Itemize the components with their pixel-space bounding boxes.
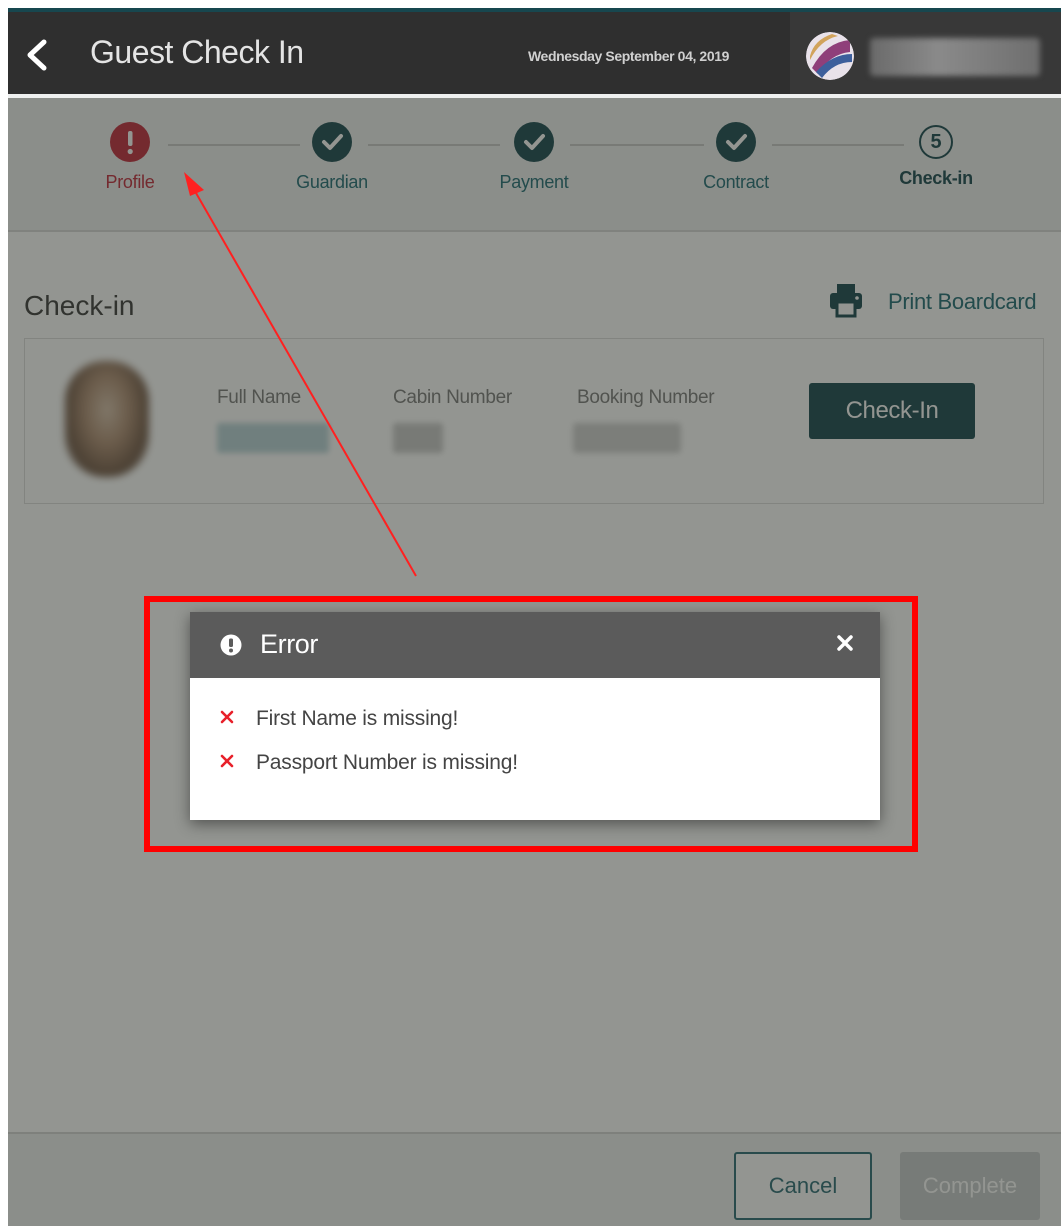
user-menu[interactable] (790, 12, 1061, 94)
current-date: Wednesday September 04, 2019 (528, 48, 729, 64)
user-name-blurred (870, 38, 1040, 76)
guest-check-in-app: Guest Check In Wednesday September 04, 2… (8, 8, 1061, 1226)
annotation-highlight-box (144, 596, 918, 852)
app-header: Guest Check In Wednesday September 04, 2… (8, 8, 1061, 94)
page-title: Guest Check In (90, 34, 304, 70)
company-logo-icon (806, 32, 854, 80)
back-arrow-icon[interactable] (22, 38, 52, 72)
